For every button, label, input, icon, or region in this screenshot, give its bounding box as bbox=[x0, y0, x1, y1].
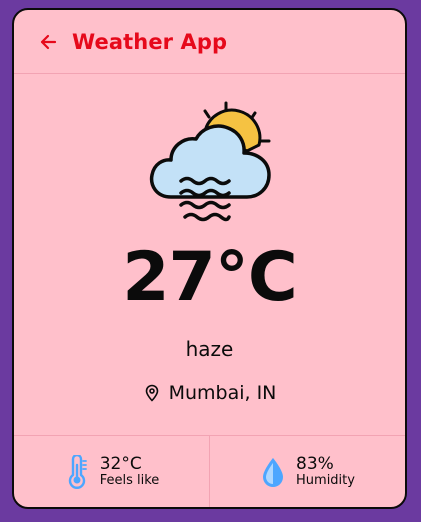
arrow-left-icon[interactable] bbox=[38, 32, 58, 52]
map-pin-icon bbox=[145, 384, 158, 402]
stats-footer: 32°C Feels like 83% Humidity bbox=[14, 435, 405, 507]
humidity-value: 83% bbox=[296, 454, 334, 474]
app-header: Weather App bbox=[14, 10, 405, 74]
thermometer-icon bbox=[68, 454, 87, 489]
location: Mumbai, IN bbox=[14, 382, 405, 404]
water-drop-icon bbox=[263, 457, 284, 487]
humidity-label: Humidity bbox=[296, 472, 355, 488]
feels-like-value: 32°C bbox=[99, 454, 142, 474]
weather-main: 27°C haze Mumbai, IN bbox=[14, 74, 405, 436]
feels-like-text: 32°C Feels like bbox=[100, 455, 160, 488]
weather-card: Weather App 27°C haze Mumbai, IN 32°C Fe… bbox=[12, 8, 407, 509]
weather-condition: haze bbox=[185, 337, 234, 361]
temperature-value: 27°C bbox=[122, 238, 298, 317]
humidity-stat: 83% Humidity bbox=[209, 436, 405, 507]
location-text: Mumbai, IN bbox=[168, 382, 277, 404]
humidity-text: 83% Humidity bbox=[296, 455, 355, 488]
feels-like-stat: 32°C Feels like bbox=[14, 436, 209, 507]
haze-cloud-sun-icon bbox=[149, 101, 271, 222]
app-title: Weather App bbox=[72, 29, 228, 54]
feels-like-label: Feels like bbox=[99, 472, 160, 488]
